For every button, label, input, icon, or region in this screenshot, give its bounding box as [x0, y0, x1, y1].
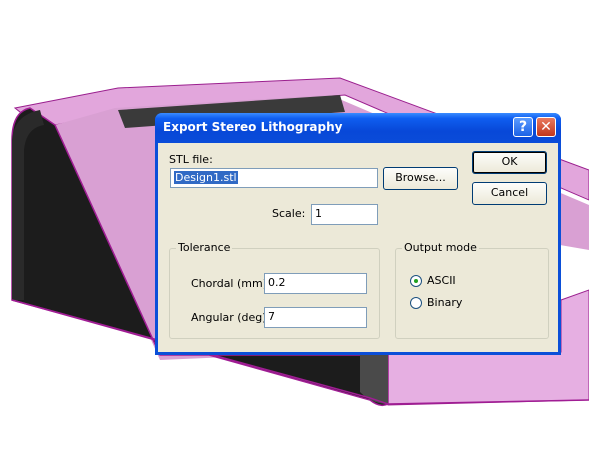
- ok-button-label: OK: [501, 155, 518, 168]
- radio-binary[interactable]: Binary: [410, 295, 490, 311]
- tolerance-group: Tolerance Chordal (mm): 0.2 Angular (deg…: [169, 241, 380, 339]
- browse-button-label: Browse...: [395, 171, 446, 184]
- radio-selected-dot: [414, 279, 418, 283]
- angular-input[interactable]: 7: [264, 307, 367, 328]
- browse-button[interactable]: Browse...: [383, 167, 458, 190]
- angular-label: Angular (deg):: [191, 311, 271, 324]
- close-icon: ✕: [540, 119, 552, 135]
- stl-file-value: Design1.stl: [174, 171, 238, 184]
- radio-ascii-indicator[interactable]: [410, 275, 422, 287]
- cancel-button[interactable]: Cancel: [472, 182, 547, 205]
- stl-file-input[interactable]: Design1.stl: [170, 168, 378, 188]
- output-mode-group: Output mode ASCII Binary: [395, 241, 549, 339]
- chordal-label: Chordal (mm):: [191, 277, 271, 290]
- scale-value: 1: [315, 207, 322, 220]
- cancel-button-label: Cancel: [490, 186, 529, 199]
- radio-ascii[interactable]: ASCII: [410, 273, 490, 289]
- angular-value: 7: [268, 310, 275, 323]
- chordal-value: 0.2: [268, 276, 286, 289]
- dialog-titlebar[interactable]: Export Stereo Lithography ? ✕: [155, 113, 561, 143]
- dialog-body: STL file: Design1.stl Browse... OK Cance…: [158, 143, 558, 352]
- output-mode-title: Output mode: [402, 241, 479, 254]
- tolerance-title: Tolerance: [176, 241, 233, 254]
- scale-label: Scale:: [272, 207, 306, 220]
- ok-button[interactable]: OK: [472, 151, 547, 174]
- export-stl-dialog: Export Stereo Lithography ? ✕ STL file: …: [155, 113, 561, 355]
- dialog-title: Export Stereo Lithography: [163, 120, 343, 134]
- radio-ascii-label: ASCII: [427, 274, 456, 287]
- radio-binary-label: Binary: [427, 296, 463, 309]
- chordal-input[interactable]: 0.2: [264, 273, 367, 294]
- scale-input[interactable]: 1: [311, 204, 378, 225]
- help-icon: ?: [518, 119, 528, 135]
- help-button[interactable]: ?: [513, 117, 533, 137]
- radio-binary-indicator[interactable]: [410, 297, 422, 309]
- stl-file-label: STL file:: [169, 153, 213, 166]
- close-button[interactable]: ✕: [536, 117, 556, 137]
